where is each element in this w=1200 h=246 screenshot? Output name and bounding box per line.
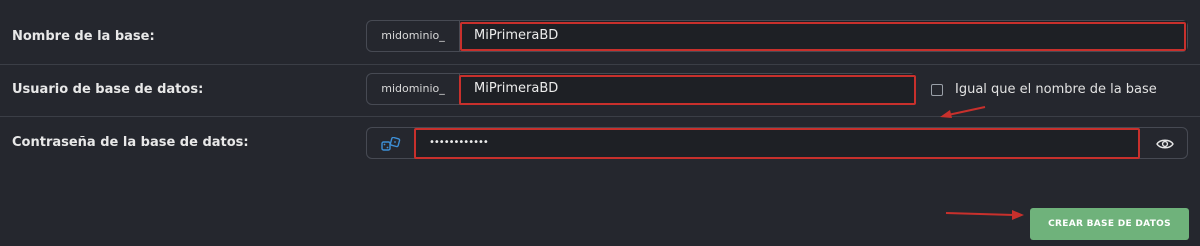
db-name-label: Nombre de la base: bbox=[12, 29, 155, 44]
db-name-prefix: midominio_ bbox=[367, 21, 460, 51]
db-user-label: Usuario de base de datos: bbox=[12, 82, 204, 97]
arrow-annotation-icon bbox=[940, 106, 986, 118]
db-password-label: Contraseña de la base de datos: bbox=[12, 135, 249, 150]
dice-icon[interactable] bbox=[381, 136, 401, 155]
db-user-prefix: midominio_ bbox=[367, 74, 460, 104]
create-database-button[interactable]: CREAR BASE DE DATOS bbox=[1030, 208, 1189, 240]
db-name-annotation bbox=[460, 22, 1186, 51]
db-user-annotation bbox=[459, 75, 916, 105]
arrow-annotation-icon bbox=[945, 210, 1024, 220]
db-password-annotation bbox=[414, 128, 1140, 159]
eye-icon[interactable] bbox=[1156, 136, 1174, 155]
